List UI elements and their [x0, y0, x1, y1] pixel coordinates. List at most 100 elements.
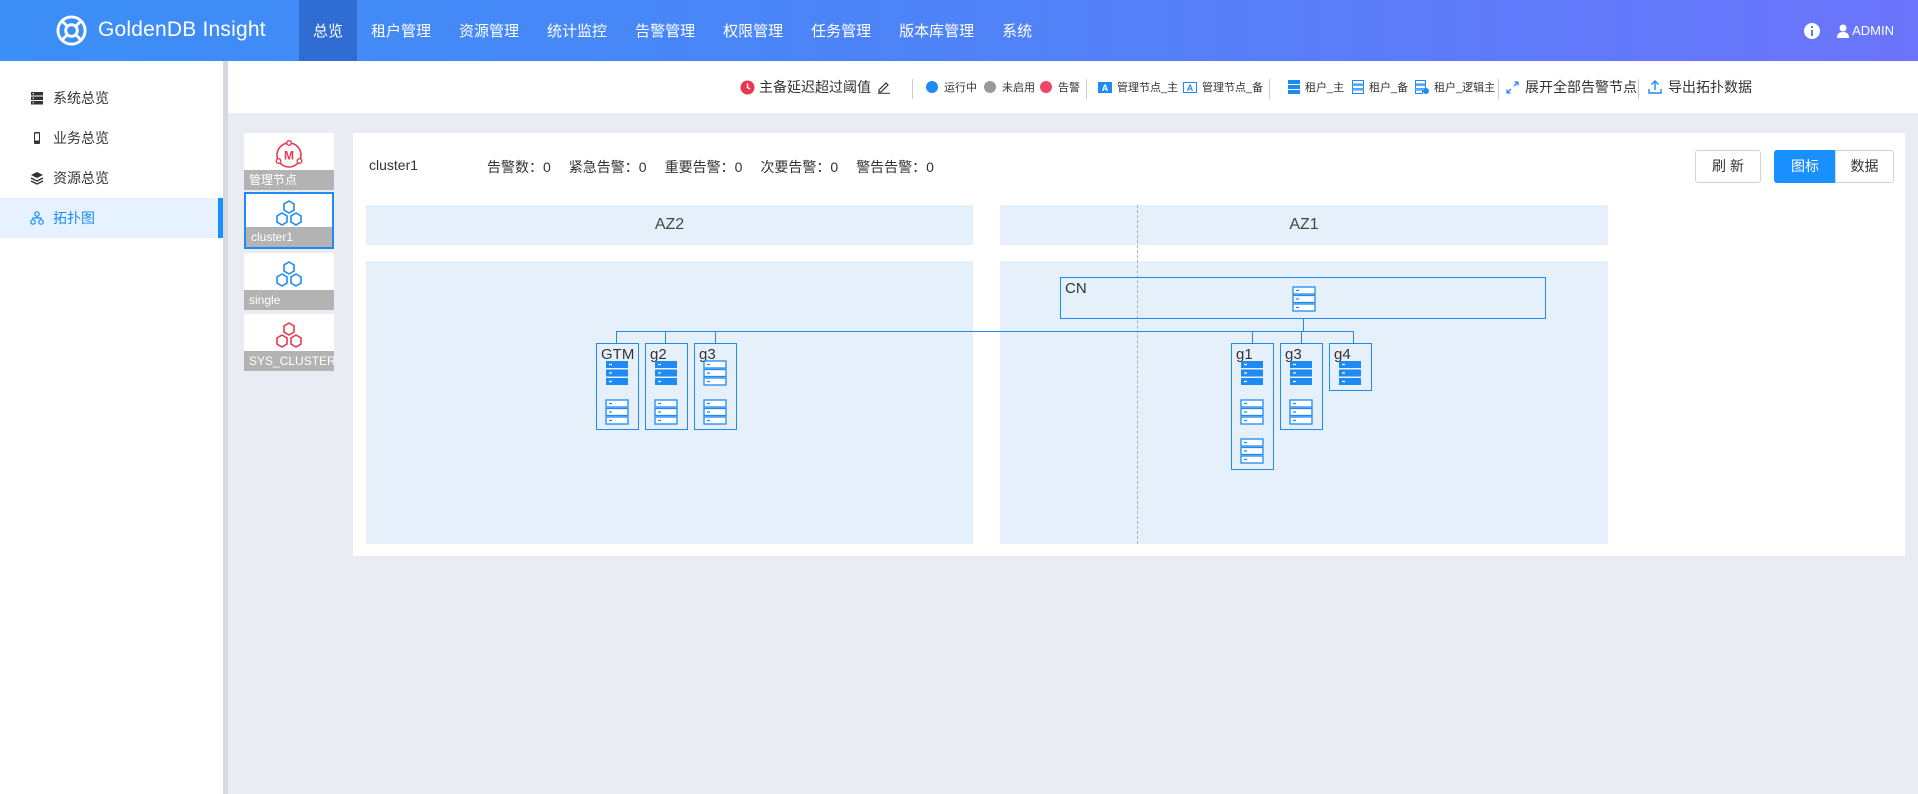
- cluster-alarm-icon: [276, 322, 302, 348]
- legend-mgmt-backup: A 管理节点_备: [1183, 61, 1263, 113]
- cluster-item-label: cluster1: [246, 227, 332, 247]
- toolbar-divider: [1269, 79, 1270, 99]
- sidebar-item-resource-overview[interactable]: 资源总览: [0, 158, 223, 198]
- tenant-logic-icon: [1415, 80, 1429, 94]
- toolbar-divider: [912, 79, 913, 99]
- main-nav: 总览 租户管理 资源管理 统计监控 告警管理 权限管理 任务管理 版本库管理 系…: [299, 0, 1046, 61]
- server-backup-icon: [1240, 438, 1264, 464]
- connector-line: [1353, 331, 1354, 343]
- info-icon[interactable]: [1804, 22, 1821, 39]
- nav-system[interactable]: 系统: [988, 0, 1046, 61]
- legend-tenant-backup: 租户_备: [1352, 61, 1408, 113]
- topology-panel: cluster1 告警数：0 紧急告警：0 重要告警：0 次要告警：0 警告告警…: [353, 133, 1905, 556]
- az-header-right: AZ1: [1000, 205, 1608, 245]
- goldendb-logo-icon: [56, 14, 87, 46]
- az-divider: [1137, 205, 1138, 544]
- nav-alarm-management[interactable]: 告警管理: [621, 0, 709, 61]
- sidebar-item-system-overview[interactable]: 系统总览: [0, 78, 223, 118]
- view-data-tab[interactable]: 数据: [1835, 150, 1894, 183]
- toolbar-divider: [1086, 79, 1087, 99]
- server-backup-icon: [703, 399, 727, 425]
- management-node-icon: M: [275, 140, 303, 168]
- export-icon: [1648, 80, 1662, 94]
- nav-version-repository[interactable]: 版本库管理: [885, 0, 988, 61]
- svg-text:M: M: [284, 149, 294, 163]
- sidebar-item-label: 拓扑图: [53, 210, 95, 226]
- nav-resource-management[interactable]: 资源管理: [445, 0, 533, 61]
- legend-alarm-label: 告警: [1058, 82, 1080, 94]
- tenant-backup-icon: [1352, 80, 1364, 94]
- phone-icon: [34, 132, 40, 144]
- legend-disabled: 未启用: [984, 61, 1035, 113]
- group-node-g3-az2[interactable]: g3: [694, 343, 737, 430]
- view-icon-tab[interactable]: 图标: [1774, 150, 1836, 183]
- group-node-gtm[interactable]: GTM: [596, 343, 639, 430]
- legend-toolbar: 主备延迟超过阈值 运行中 未启用 告警 A 管理节点_主 A 管理节点_备 租户…: [228, 61, 1918, 113]
- nav-overview[interactable]: 总览: [299, 0, 358, 61]
- alarm-stats: 告警数：0 紧急告警：0 重要告警：0 次要告警：0 警告告警：0: [487, 157, 952, 177]
- connector-line: [616, 331, 1354, 332]
- server-backup-icon: [1289, 399, 1313, 425]
- server-master-icon: [1339, 361, 1361, 385]
- svg-text:A: A: [1102, 83, 1109, 93]
- sidebar-item-label: 系统总览: [53, 90, 109, 106]
- cluster-name: cluster1: [369, 157, 419, 173]
- legend-alarm: 告警: [1040, 61, 1080, 113]
- disabled-dot-icon: [984, 81, 996, 93]
- delay-threshold-setting[interactable]: 主备延迟超过阈值: [740, 61, 891, 113]
- export-topology-button[interactable]: 导出拓扑数据: [1648, 61, 1752, 113]
- expand-alarm-nodes-label: 展开全部告警节点: [1525, 79, 1637, 95]
- connector-line: [665, 331, 666, 343]
- group-node-g1[interactable]: g1: [1231, 343, 1274, 470]
- group-node-g3-az1[interactable]: g3: [1280, 343, 1323, 430]
- alarm-warning: 警告告警：0: [856, 159, 934, 175]
- group-node-g4[interactable]: g4: [1329, 343, 1372, 391]
- delay-threshold-label: 主备延迟超过阈值: [759, 79, 871, 95]
- brand-name: GoldenDB Insight: [98, 18, 266, 41]
- brand[interactable]: GoldenDB Insight: [56, 13, 266, 47]
- topology-icon: [30, 211, 44, 225]
- nav-permission-management[interactable]: 权限管理: [709, 0, 797, 61]
- server-master-icon: [606, 361, 628, 385]
- server-master-icon: [1241, 361, 1263, 385]
- cluster-icon: [276, 261, 302, 287]
- cn-node[interactable]: CN: [1060, 277, 1546, 319]
- nav-task-management[interactable]: 任务管理: [797, 0, 885, 61]
- connector-line: [715, 331, 716, 343]
- cluster-item-sys-cluster[interactable]: SYS_CLUSTER: [244, 314, 334, 371]
- sidebar-item-label: 资源总览: [53, 170, 109, 186]
- group-node-g2[interactable]: g2: [645, 343, 688, 430]
- sidebar-item-topology[interactable]: 拓扑图: [0, 198, 223, 238]
- edit-icon[interactable]: [877, 80, 891, 94]
- connector-line: [616, 331, 617, 343]
- refresh-button[interactable]: 刷 新: [1695, 150, 1761, 183]
- toolbar-divider: [1638, 79, 1639, 99]
- svg-text:A: A: [1187, 83, 1194, 93]
- expand-alarm-nodes-button[interactable]: 展开全部告警节点: [1506, 61, 1637, 113]
- alarm-total: 告警数：0: [487, 159, 551, 175]
- cn-label: CN: [1065, 280, 1087, 297]
- nav-statistics-monitoring[interactable]: 统计监控: [533, 0, 621, 61]
- server-backup-icon: [1240, 399, 1264, 425]
- server-master-icon: [1290, 361, 1312, 385]
- cluster-icon: [276, 200, 302, 226]
- cluster-item-single[interactable]: single: [244, 253, 334, 310]
- cluster-item-cluster1[interactable]: cluster1: [244, 192, 334, 249]
- alarm-dot-icon: [1040, 81, 1052, 93]
- cluster-item-management-node[interactable]: M 管理节点: [244, 133, 334, 190]
- user-name[interactable]: ADMIN: [1852, 23, 1894, 38]
- connector-line: [1252, 331, 1253, 343]
- layers-icon: [30, 172, 44, 185]
- legend-tenant-master: 租户_主: [1288, 61, 1344, 113]
- legend-tenant-backup-label: 租户_备: [1369, 82, 1409, 94]
- nav-tenant-management[interactable]: 租户管理: [357, 0, 445, 61]
- clock-alarm-icon: [740, 80, 755, 94]
- legend-running: 运行中: [926, 61, 977, 113]
- legend-mgmt-master-label: 管理节点_主: [1117, 82, 1179, 94]
- alarm-urgent: 紧急告警：0: [568, 159, 647, 175]
- tenant-master-icon: [1288, 80, 1300, 94]
- legend-tenant-logic-label: 租户_逻辑主: [1434, 82, 1496, 94]
- sidebar-item-business-overview[interactable]: 业务总览: [0, 118, 223, 158]
- legend-mgmt-backup-label: 管理节点_备: [1202, 82, 1264, 94]
- server-list-icon: [31, 92, 43, 105]
